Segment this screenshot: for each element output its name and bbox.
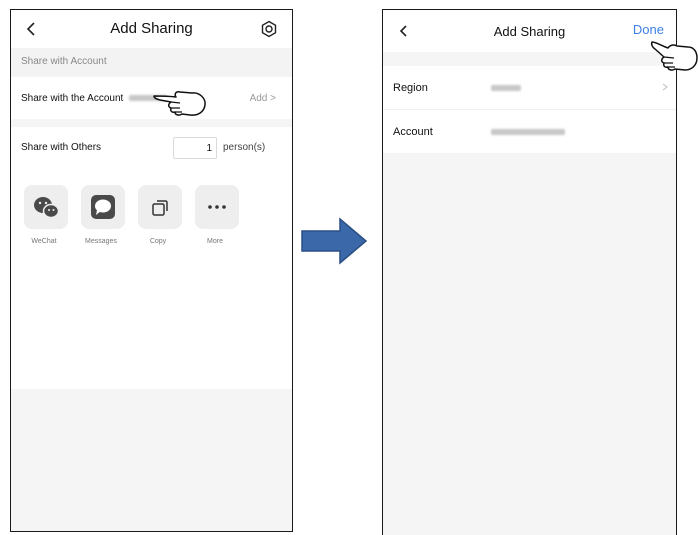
right-navbar: Add Sharing Done bbox=[383, 10, 676, 52]
copy-icon bbox=[152, 200, 168, 216]
region-row[interactable]: Region bbox=[383, 66, 676, 110]
more-icon bbox=[208, 205, 226, 209]
done-button[interactable]: Done bbox=[633, 22, 664, 37]
blurred-region-value bbox=[491, 85, 521, 91]
copy-share-button[interactable] bbox=[138, 185, 182, 229]
region-label: Region bbox=[393, 82, 428, 94]
blurred-account-value bbox=[491, 129, 565, 135]
add-account-link[interactable]: Add > bbox=[250, 93, 276, 104]
transition-arrow-icon bbox=[301, 217, 368, 265]
wechat-share-button[interactable] bbox=[24, 185, 68, 229]
pointing-hand-done-icon bbox=[650, 41, 698, 71]
account-row[interactable]: Account bbox=[383, 110, 676, 153]
share-with-account-label: Share with the Account bbox=[21, 93, 168, 104]
right-phone-screen: Add Sharing Done Region Account bbox=[382, 9, 677, 535]
share-with-others-panel: Share with Others 1 person(s) WeChat Mes… bbox=[11, 127, 292, 389]
messages-icon bbox=[91, 195, 115, 219]
left-navbar: Add Sharing bbox=[11, 10, 292, 48]
copy-label: Copy bbox=[149, 238, 167, 245]
messages-share-button[interactable] bbox=[81, 185, 125, 229]
person-unit-label: person(s) bbox=[223, 142, 266, 153]
more-label: More bbox=[207, 238, 223, 245]
more-share-button[interactable] bbox=[195, 185, 239, 229]
messages-label: Messages bbox=[85, 238, 117, 245]
share-with-others-label: Share with Others bbox=[21, 142, 102, 153]
chevron-right-icon bbox=[662, 83, 668, 91]
section-header-share-with-account: Share with Account bbox=[11, 48, 292, 76]
wechat-icon bbox=[34, 197, 60, 219]
page-title: Add Sharing bbox=[110, 20, 193, 37]
person-count-input[interactable]: 1 bbox=[173, 137, 217, 159]
settings-gear-icon[interactable] bbox=[260, 20, 278, 38]
wechat-label: WeChat bbox=[31, 238, 57, 245]
pointing-hand-icon bbox=[153, 91, 206, 116]
account-label: Account bbox=[393, 126, 433, 138]
